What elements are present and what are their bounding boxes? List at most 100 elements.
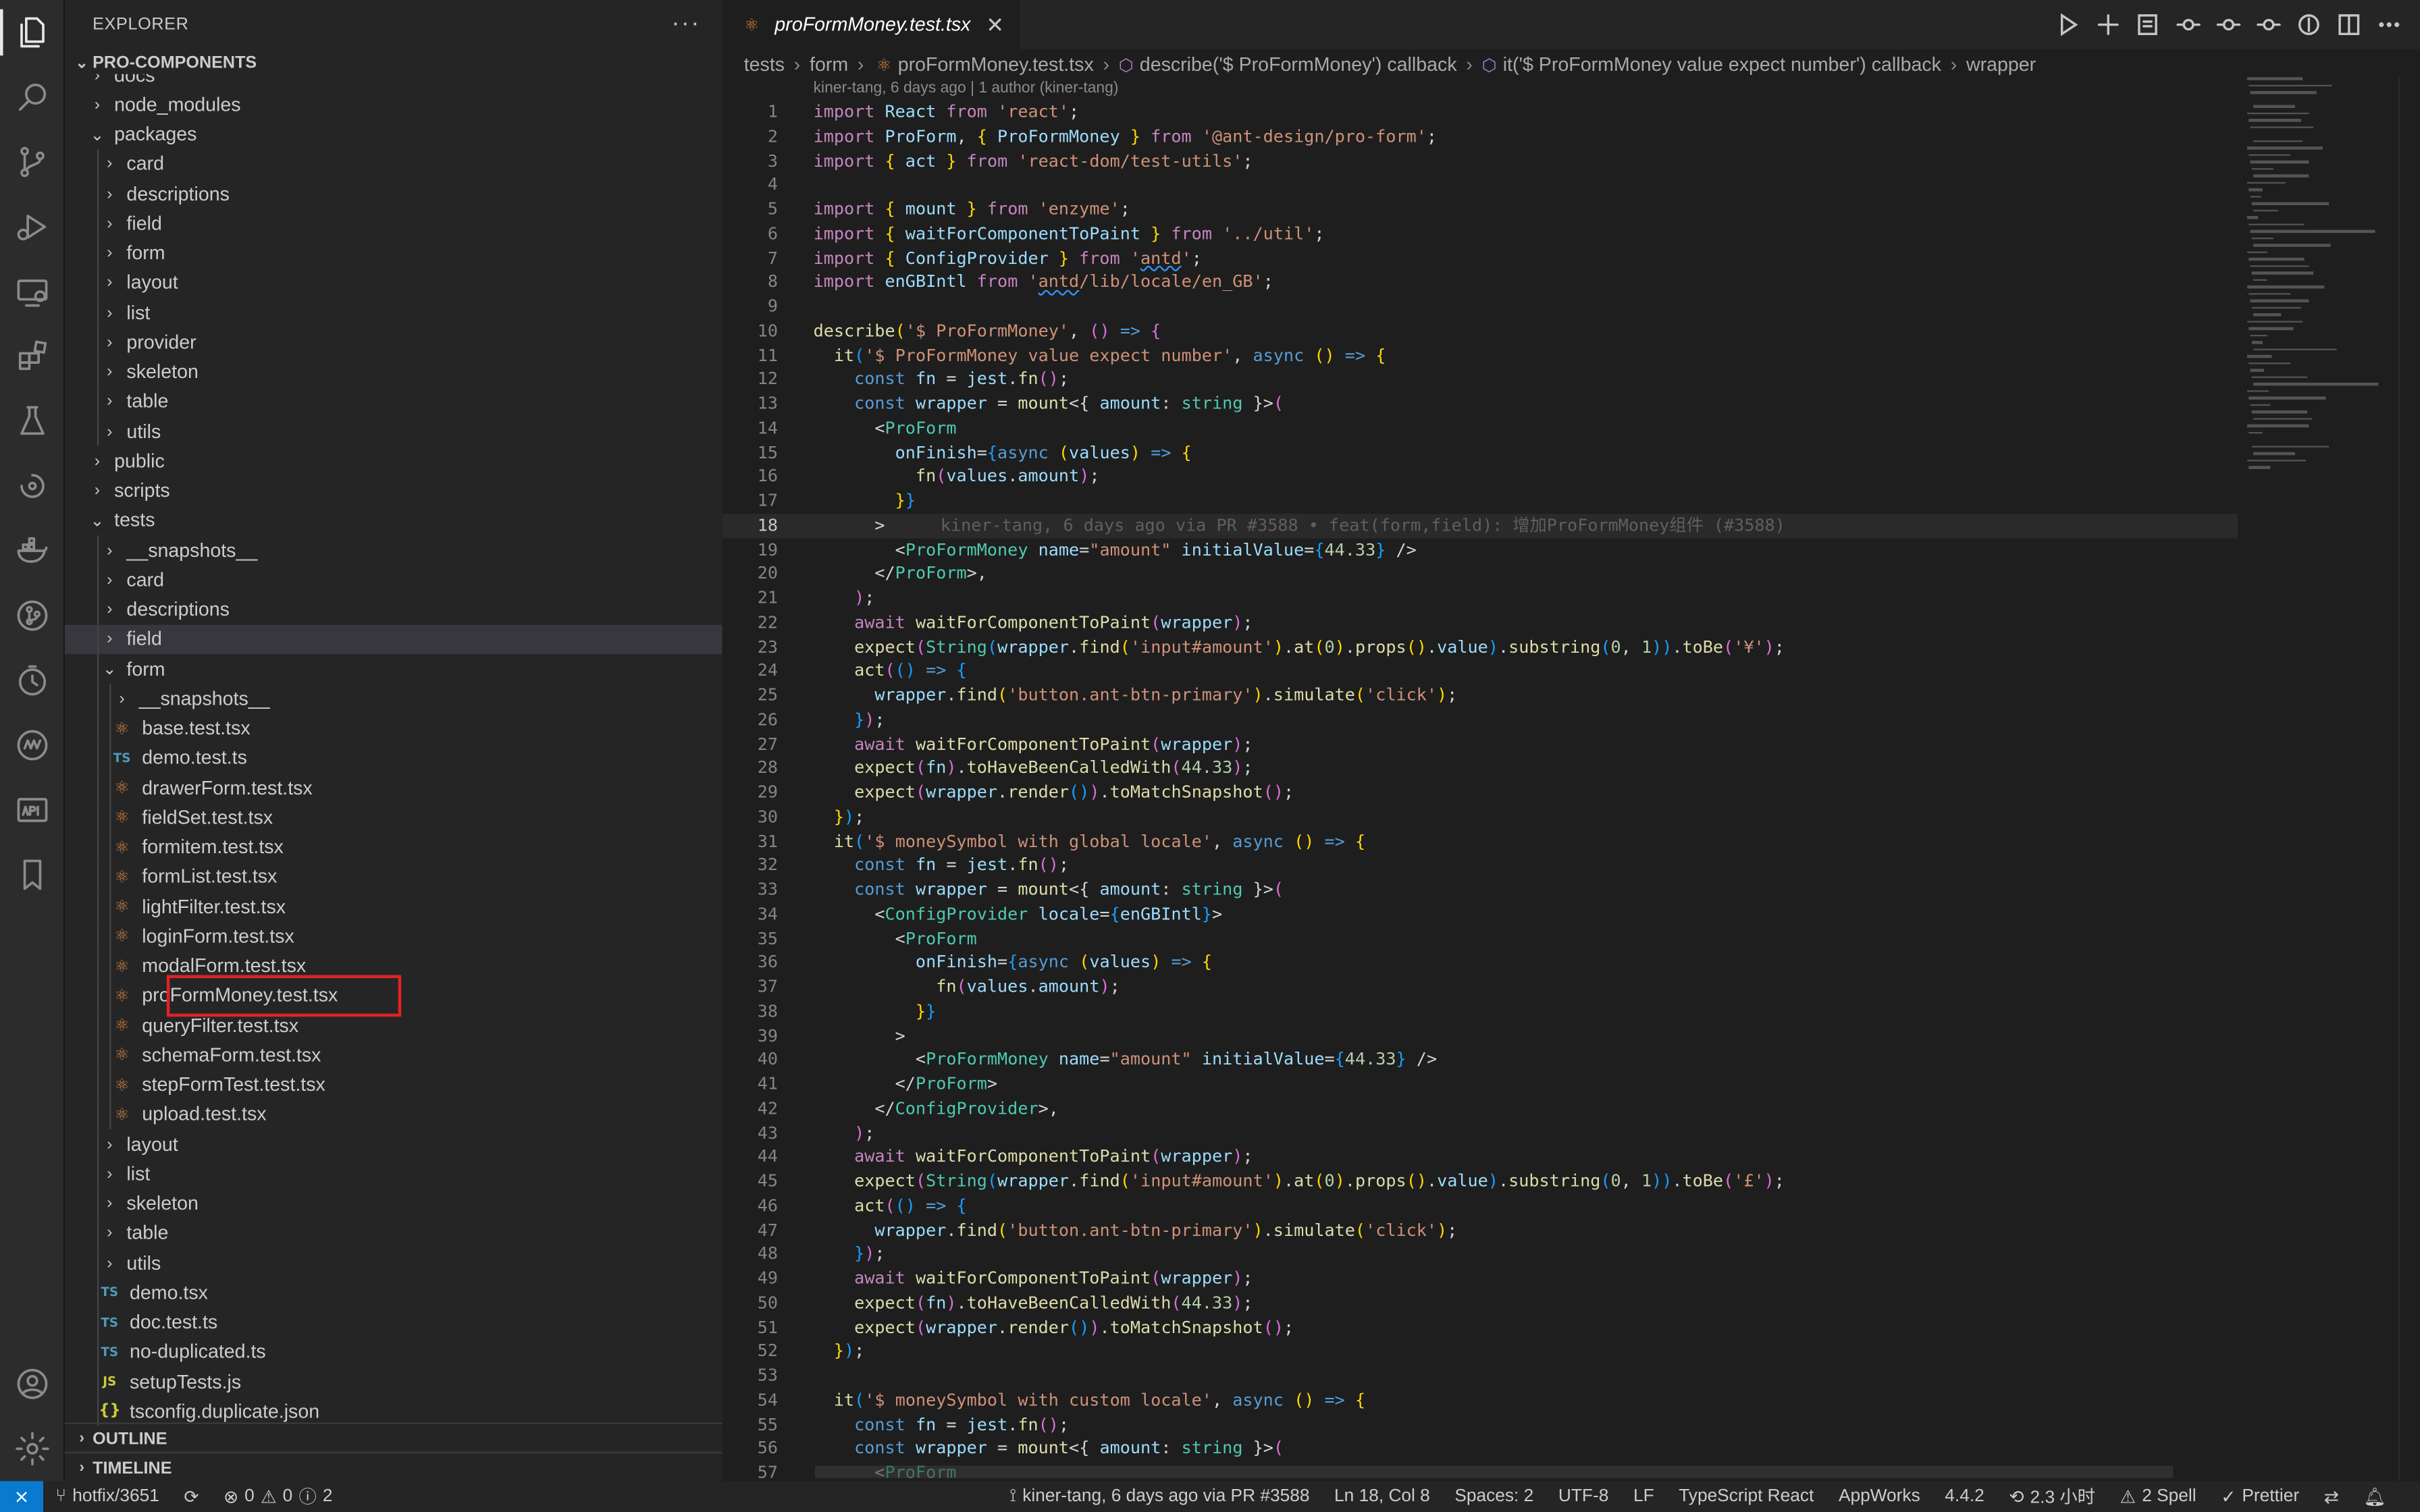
code-line[interactable]: 20 </ProForm>, <box>722 562 2238 587</box>
code-area[interactable]: 1 import React from 'react'; 2 import ProFo… <box>722 101 2238 1481</box>
code-line[interactable]: 6 import { waitForComponentToPaint } from… <box>722 222 2238 246</box>
code-line[interactable]: 15 onFinish={async (values) => { <box>722 441 2238 465</box>
api-icon[interactable] <box>0 778 65 842</box>
code-line[interactable]: 38 }} <box>722 1000 2238 1024</box>
indentation[interactable]: Spaces: 2 <box>1454 1487 1533 1505</box>
code-line[interactable]: 46 act(() => { <box>722 1194 2238 1218</box>
explorer-icon[interactable] <box>0 0 65 65</box>
code-line[interactable]: 31 it('$ moneySymbol with global locale'… <box>722 830 2238 854</box>
tree-folder[interactable]: › form <box>65 238 722 269</box>
bookmarks-icon[interactable] <box>0 842 65 907</box>
horizontal-scrollbar[interactable] <box>814 1465 2174 1478</box>
branch-indicator[interactable]: ⑂ hotfix/3651 <box>55 1487 159 1505</box>
code-line[interactable]: 14 <ProForm <box>722 416 2238 441</box>
docker-icon[interactable] <box>0 518 65 583</box>
tree-folder[interactable]: › docs <box>65 74 722 90</box>
code-line[interactable]: 7 import { ConfigProvider } from 'antd'; <box>722 246 2238 271</box>
code-line[interactable]: 52 }); <box>722 1340 2238 1364</box>
code-line[interactable]: 36 onFinish={async (values) => { <box>722 951 2238 975</box>
code-line[interactable]: 54 it('$ moneySymbol with custom locale'… <box>722 1388 2238 1413</box>
tree-file[interactable]: TS demo.tsx <box>65 1278 722 1308</box>
tree-folder[interactable]: › card <box>65 565 722 595</box>
tab-proformmoney[interactable]: ⚛ proFormMoney.test.tsx ✕ <box>722 0 1022 50</box>
split-editor-icon[interactable] <box>2337 12 2362 37</box>
tree-folder[interactable]: ⌄ tests <box>65 506 722 535</box>
tree-file[interactable]: ⚛ queryFilter.test.tsx <box>65 1010 722 1041</box>
tree-folder[interactable]: › table <box>65 387 722 417</box>
code-line[interactable]: 30 }); <box>722 805 2238 830</box>
sync-button[interactable]: ⟳ <box>184 1486 199 1507</box>
tree-folder[interactable]: › descriptions <box>65 595 722 625</box>
tree-file[interactable]: ⚛ stepFormTest.test.tsx <box>65 1070 722 1100</box>
tree-file[interactable]: ⚛ upload.test.tsx <box>65 1100 722 1130</box>
vertical-scrollbar[interactable] <box>2398 77 2420 1482</box>
tree-folder[interactable]: › list <box>65 1159 722 1189</box>
tree-folder[interactable]: › list <box>65 298 722 328</box>
remote-indicator-icon[interactable]: ⨯ <box>0 1481 43 1512</box>
code-line[interactable]: 40 <ProFormMoney name="amount" initialVa… <box>722 1048 2238 1073</box>
tree-folder[interactable]: ⌄ form <box>65 654 722 684</box>
tree-file[interactable]: JS setupTests.js <box>65 1367 722 1397</box>
toggle-blame-icon[interactable] <box>2296 12 2321 37</box>
problems-indicator[interactable]: ⊗ 0 ⚠ 0 ⓘ 2 <box>223 1484 333 1509</box>
workspace-section-header[interactable]: ⌄ PRO-COMPONENTS <box>65 49 722 77</box>
live-share-icon[interactable]: ⇄ <box>2324 1486 2339 1507</box>
appworks-status[interactable]: AppWorks <box>1839 1487 1920 1505</box>
tree-folder[interactable]: ⌄ packages <box>65 119 722 149</box>
code-line[interactable]: 32 const fn = jest.fn(); <box>722 854 2238 878</box>
tree-folder[interactable]: › card <box>65 149 722 180</box>
search-icon[interactable] <box>0 65 65 130</box>
code-line[interactable]: 51 expect(wrapper.render()).toMatchSnaps… <box>722 1316 2238 1340</box>
spell-check[interactable]: ⚠ 2 Spell <box>2120 1486 2197 1507</box>
tree-file[interactable]: ⚛ formitem.test.tsx <box>65 832 722 863</box>
cursor-position[interactable]: Ln 18, Col 8 <box>1334 1487 1430 1505</box>
previous-change-icon[interactable] <box>2216 12 2241 37</box>
code-line[interactable]: 10 describe('$ ProFormMoney', () => { <box>722 319 2238 344</box>
code-line[interactable]: 37 fn(values.amount); <box>722 975 2238 1000</box>
code-line[interactable]: 43 ); <box>722 1121 2238 1145</box>
code-line[interactable]: 25 wrapper.find('button.ant-btn-primary'… <box>722 684 2238 708</box>
gitlens-icon[interactable] <box>0 454 65 518</box>
code-line[interactable]: 42 </ConfigProvider>, <box>722 1097 2238 1121</box>
tree-file[interactable]: ⚛ lightFilter.test.tsx <box>65 892 722 922</box>
code-line[interactable]: 12 const fn = jest.fn(); <box>722 368 2238 392</box>
testing-icon[interactable] <box>0 389 65 454</box>
tree-folder[interactable]: › public <box>65 446 722 476</box>
tree-folder[interactable]: › table <box>65 1218 722 1249</box>
code-line[interactable]: 4 <box>722 173 2238 198</box>
code-line[interactable]: 41 </ProForm> <box>722 1073 2238 1097</box>
tree-folder[interactable]: › descriptions <box>65 179 722 209</box>
code-line[interactable]: 56 const wrapper = mount<{ amount: strin… <box>722 1437 2238 1461</box>
tree-file[interactable]: ⚛ drawerForm.test.tsx <box>65 773 722 803</box>
code-line[interactable]: 53 <box>722 1364 2238 1388</box>
code-line[interactable]: 34 <ConfigProvider locale={enGBIntl}> <box>722 902 2238 927</box>
tree-file[interactable]: ⚛ fieldSet.test.tsx <box>65 803 722 833</box>
prettier-status[interactable]: ✓ Prettier <box>2221 1486 2299 1507</box>
close-icon[interactable]: ✕ <box>986 11 1004 38</box>
next-change-icon[interactable] <box>2257 12 2282 37</box>
code-line[interactable]: 49 await waitForComponentToPaint(wrapper… <box>722 1267 2238 1291</box>
tree-folder[interactable]: › utils <box>65 416 722 447</box>
notifications-bell-icon[interactable]: 🔔︎ <box>2363 1486 2386 1507</box>
tree-folder[interactable]: › node_modules <box>65 90 722 119</box>
code-line[interactable]: 29 expect(wrapper.render()).toMatchSnaps… <box>722 781 2238 805</box>
code-line[interactable]: 44 await waitForComponentToPaint(wrapper… <box>722 1145 2238 1170</box>
code-line[interactable]: 55 const fn = jest.fn(); <box>722 1413 2238 1437</box>
more-icon[interactable] <box>2377 12 2402 37</box>
end-of-line[interactable]: LF <box>1633 1487 1654 1505</box>
code-line[interactable]: 18 > kiner-tang, 6 days ago via PR #3588 … <box>722 513 2238 538</box>
tree-folder[interactable]: › layout <box>65 1129 722 1160</box>
code-line[interactable]: 13 const wrapper = mount<{ amount: strin… <box>722 392 2238 416</box>
tree-folder[interactable]: › provider <box>65 327 722 358</box>
code-line[interactable]: 11 it('$ ProFormMoney value expect numbe… <box>722 344 2238 368</box>
more-actions-icon[interactable]: ··· <box>671 11 700 38</box>
tree-folder[interactable]: › __snapshots__ <box>65 535 722 566</box>
time-tracker[interactable]: ⟲ 2.3 小时 <box>2009 1484 2095 1509</box>
language-mode[interactable]: TypeScript React <box>1679 1487 1814 1505</box>
code-line[interactable]: 21 ); <box>722 587 2238 611</box>
tree-folder[interactable]: › skeleton <box>65 357 722 387</box>
tree-folder[interactable]: › __snapshots__ <box>65 684 722 714</box>
code-line[interactable]: 26 }); <box>722 708 2238 732</box>
code-line[interactable]: 39 > <box>722 1024 2238 1048</box>
code-line[interactable]: 2 import ProForm, { ProFormMoney } from '… <box>722 125 2238 149</box>
